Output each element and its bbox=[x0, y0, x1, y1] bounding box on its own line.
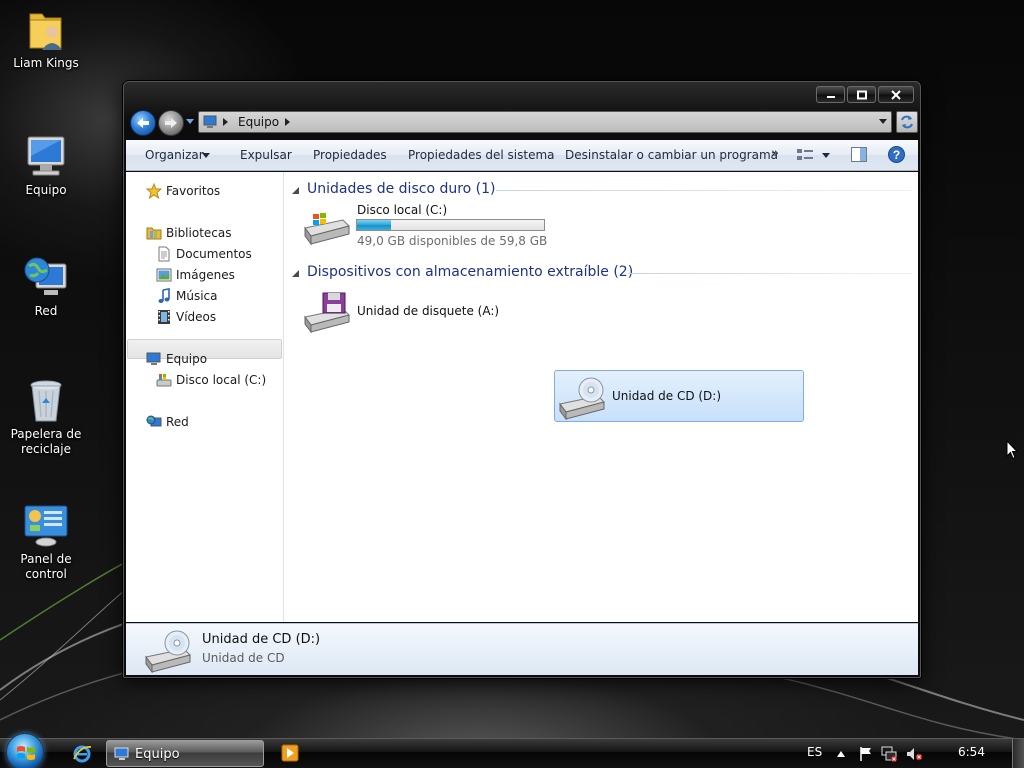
system-properties-button[interactable]: Propiedades del sistema bbox=[408, 148, 555, 162]
star-icon bbox=[146, 183, 162, 199]
navigation-pane: Favoritos Bibliotecas Documentos Imágene… bbox=[126, 172, 284, 622]
document-icon bbox=[158, 246, 170, 262]
action-center-flag-icon[interactable] bbox=[858, 746, 874, 762]
preview-pane-icon[interactable] bbox=[851, 147, 867, 162]
control-panel-icon bbox=[22, 502, 70, 550]
address-history-dropdown-icon[interactable] bbox=[879, 119, 887, 125]
maximize-button[interactable] bbox=[847, 86, 876, 103]
view-options-icon[interactable] bbox=[796, 147, 814, 163]
desktop-icon-label: Panel de control bbox=[20, 552, 72, 581]
show-hidden-icons-icon[interactable] bbox=[837, 751, 845, 757]
arrow-left-icon bbox=[137, 118, 149, 128]
help-icon[interactable]: ? bbox=[888, 146, 905, 163]
navigation-bar: Equipo bbox=[128, 109, 918, 137]
details-item-type: Unidad de CD bbox=[202, 651, 285, 665]
details-item-name: Unidad de CD (D:) bbox=[202, 632, 321, 647]
cd-drive-icon bbox=[145, 630, 191, 673]
more-commands-button[interactable]: » bbox=[771, 146, 779, 161]
refresh-icon bbox=[901, 115, 913, 129]
collapse-triangle-icon[interactable] bbox=[292, 187, 299, 194]
local-disk-small-icon bbox=[156, 374, 172, 387]
computer-small-icon bbox=[146, 352, 161, 365]
computer-small-icon bbox=[203, 115, 217, 128]
desktop-icon-label: Liam Kings bbox=[13, 56, 79, 70]
drive-tile-c[interactable]: Disco local (C:) 49,0 GB disponibles de … bbox=[301, 200, 561, 250]
uninstall-program-button[interactable]: Desinstalar o cambiar un programa bbox=[565, 148, 778, 162]
start-button[interactable] bbox=[6, 733, 44, 768]
language-indicator[interactable]: ES bbox=[807, 745, 822, 759]
group-header-hard-disks[interactable]: Unidades de disco duro (1) bbox=[292, 181, 912, 201]
drive-name: Unidad de CD (D:) bbox=[612, 389, 722, 403]
network-icon bbox=[22, 254, 70, 302]
cd-drive-icon bbox=[559, 377, 605, 420]
breadcrumb-equipo[interactable]: Equipo bbox=[238, 115, 279, 129]
hard-disk-icon bbox=[304, 213, 350, 246]
desktop-icon-recycle-bin[interactable]: Papelera de reciclaje bbox=[0, 377, 92, 457]
user-folder-icon bbox=[22, 6, 70, 54]
mouse-cursor-icon bbox=[1006, 440, 1018, 460]
chevron-down-icon bbox=[202, 153, 210, 158]
view-dropdown-chevron-icon[interactable] bbox=[822, 153, 830, 158]
volume-muted-icon[interactable] bbox=[905, 746, 923, 762]
network-status-icon[interactable] bbox=[880, 746, 898, 762]
drive-capacity-bar bbox=[356, 219, 545, 231]
arrow-right-icon bbox=[165, 118, 177, 128]
command-bar: Organizar Expulsar Propiedades Propiedad… bbox=[126, 140, 918, 171]
drive-tile-a[interactable]: Unidad de disquete (A:) bbox=[301, 287, 541, 337]
desktop-icon-network[interactable]: Red bbox=[0, 254, 92, 319]
network-small-icon bbox=[146, 415, 162, 427]
content-area: Favoritos Bibliotecas Documentos Imágene… bbox=[126, 172, 918, 622]
recent-pages-dropdown-icon[interactable] bbox=[186, 119, 194, 125]
drive-name: Disco local (C:) bbox=[357, 203, 448, 217]
picture-icon bbox=[156, 268, 172, 282]
desktop-icon-control-panel[interactable]: Panel de control bbox=[0, 502, 92, 582]
breadcrumb-chevron-icon[interactable] bbox=[223, 118, 228, 126]
forward-button[interactable] bbox=[158, 110, 184, 136]
group-separator bbox=[496, 190, 912, 191]
taskbar: Equipo ES 6:54 bbox=[0, 733, 1024, 768]
explorer-window[interactable]: Equipo Organizar Expulsar Propiedades Pr… bbox=[123, 81, 921, 678]
desktop-icon-label: Equipo bbox=[25, 183, 67, 197]
window-caption-buttons bbox=[814, 86, 914, 103]
minimize-icon bbox=[826, 95, 835, 98]
group-header-removable[interactable]: Dispositivos con almacenamiento extraíbl… bbox=[292, 264, 912, 284]
recycle-bin-icon bbox=[22, 377, 70, 425]
floppy-drive-icon bbox=[304, 292, 350, 333]
media-player-icon[interactable] bbox=[281, 744, 299, 762]
refresh-button[interactable] bbox=[896, 111, 918, 133]
main-pane: Unidades de disco duro (1) Disco local (… bbox=[285, 172, 918, 622]
clock[interactable]: 6:54 bbox=[958, 745, 985, 759]
drive-tile-d-content[interactable]: Unidad de CD (D:) bbox=[556, 372, 802, 422]
music-note-icon bbox=[158, 288, 170, 303]
drive-name: Unidad de disquete (A:) bbox=[357, 304, 500, 318]
details-pane: Unidad de CD (D:) Unidad de CD bbox=[126, 623, 918, 675]
eject-button[interactable]: Expulsar bbox=[240, 148, 292, 162]
minimize-button[interactable] bbox=[816, 86, 845, 103]
film-icon bbox=[158, 310, 170, 324]
address-bar[interactable]: Equipo bbox=[198, 111, 892, 133]
windows-logo-icon bbox=[17, 746, 35, 760]
back-button[interactable] bbox=[130, 110, 156, 136]
group-separator bbox=[628, 273, 912, 274]
close-icon bbox=[891, 89, 901, 100]
collapse-triangle-icon[interactable] bbox=[292, 270, 299, 277]
breadcrumb-chevron-icon[interactable] bbox=[285, 118, 290, 126]
drive-capacity-fill bbox=[357, 220, 391, 230]
internet-explorer-icon[interactable] bbox=[72, 744, 92, 764]
desktop-icon-user-folder[interactable]: Liam Kings bbox=[0, 6, 92, 71]
organize-menu-button[interactable]: Organizar bbox=[145, 148, 204, 162]
svg-text:?: ? bbox=[893, 148, 900, 162]
desktop-icon-label: Papelera de reciclaje bbox=[10, 427, 82, 456]
desktop-icon-computer[interactable]: Equipo bbox=[0, 133, 92, 198]
computer-small-icon bbox=[114, 747, 129, 760]
properties-button[interactable]: Propiedades bbox=[313, 148, 387, 162]
show-desktop-button[interactable] bbox=[1012, 739, 1024, 768]
libraries-folder-icon bbox=[146, 227, 162, 240]
desktop-icon-label: Red bbox=[34, 304, 58, 318]
taskbar-window-button[interactable]: Equipo bbox=[106, 740, 264, 767]
maximize-icon bbox=[856, 90, 867, 99]
computer-icon bbox=[22, 133, 70, 181]
drive-free-space: 49,0 GB disponibles de 59,8 GB bbox=[357, 234, 548, 248]
close-button[interactable] bbox=[878, 86, 914, 103]
